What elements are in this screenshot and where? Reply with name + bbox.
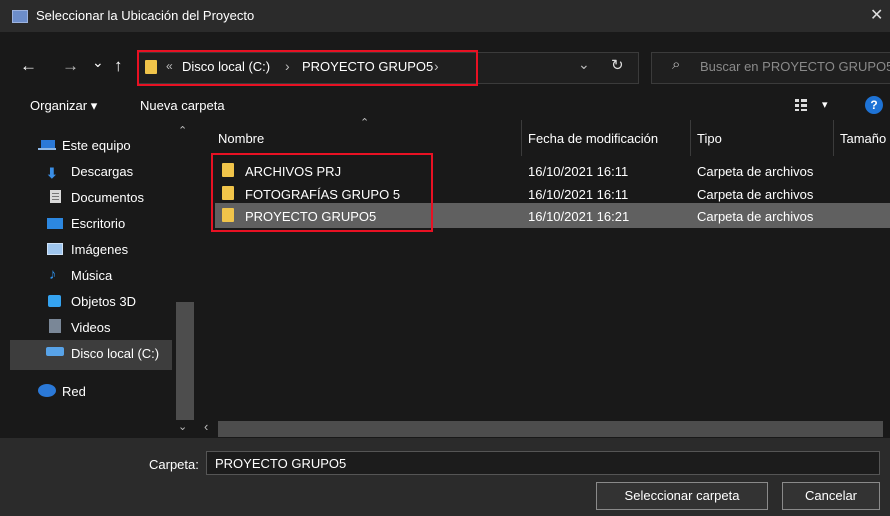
window-title: Seleccionar la Ubicación del Proyecto [36,8,255,23]
objects-3d-icon [48,295,61,307]
address-dropdown-icon[interactable]: ⌄ [578,56,590,73]
computer-icon [38,140,56,150]
cancel-button[interactable]: Cancelar [782,482,880,510]
network-icon [38,384,56,397]
sidebar-item-musica[interactable]: Música [71,268,112,283]
sidebar-item-disco-local[interactable]: Disco local (C:) [71,346,159,361]
view-dropdown-icon[interactable]: ▾ [822,98,828,111]
refresh-icon[interactable]: ↻ [611,56,624,74]
close-icon[interactable]: ✕ [870,5,883,25]
file-date: 16/10/2021 16:11 [528,164,629,179]
sidebar-item-imagenes[interactable]: Imágenes [71,242,128,257]
sort-ascending-icon: ⌃ [360,117,370,129]
column-divider[interactable] [833,120,834,156]
new-folder-button[interactable]: Nueva carpeta [140,98,225,113]
organize-menu-button[interactable]: Organizar ▾ [30,98,97,114]
column-header-fecha[interactable]: Fecha de modificación [528,131,658,146]
drive-icon [46,347,64,356]
view-options-icon[interactable] [795,99,807,111]
file-date: 16/10/2021 16:21 [528,209,630,224]
help-icon[interactable]: ? [865,96,883,114]
scroll-left-icon[interactable]: ‹ [204,419,208,434]
folder-name-input[interactable]: PROYECTO GRUPO5 [206,451,880,475]
sidebar-item-objetos-3d[interactable]: Objetos 3D [71,294,136,309]
sidebar-item-red[interactable]: Red [62,384,86,399]
file-type: Carpeta de archivos [697,164,814,179]
column-divider[interactable] [521,120,522,156]
horizontal-scrollbar-thumb[interactable] [218,421,883,437]
music-icon: ♪ [49,266,57,283]
search-icon: ⌕ [672,56,681,73]
command-bar [0,90,890,122]
sidebar-item-escritorio[interactable]: Escritorio [71,216,125,231]
scroll-down-icon[interactable]: ⌄ [178,420,187,433]
forward-arrow-icon[interactable]: → [62,56,79,76]
app-icon [12,10,28,23]
sidebar-item-descargas[interactable]: Descargas [71,164,133,179]
search-placeholder: Buscar en PROYECTO GRUPO5 [700,59,890,74]
sidebar-scrollbar-thumb[interactable] [176,302,194,420]
scroll-up-icon[interactable]: ⌃ [178,124,187,137]
sidebar-item-videos[interactable]: Videos [71,320,111,335]
back-arrow-icon[interactable]: ← [20,56,37,76]
file-date: 16/10/2021 16:11 [528,187,629,202]
file-type: Carpeta de archivos [697,209,814,224]
up-arrow-icon[interactable]: ↑ [114,56,123,76]
select-folder-button[interactable]: Seleccionar carpeta [596,482,768,510]
column-header-tamano[interactable]: Tamaño [840,131,886,146]
folder-label: Carpeta: [149,457,199,472]
document-icon [50,190,61,203]
recent-locations-icon[interactable]: ⌄ [92,54,104,71]
folders-highlight-annotation [211,153,433,232]
video-icon [49,319,61,333]
sidebar-item-este-equipo[interactable]: Este equipo [62,138,131,153]
download-icon: ⬇ [46,165,58,181]
column-header-tipo[interactable]: Tipo [697,131,722,146]
file-type: Carpeta de archivos [697,187,814,202]
sidebar-item-documentos[interactable]: Documentos [71,190,144,205]
address-highlight-annotation [137,50,478,86]
desktop-icon [47,218,63,229]
pictures-icon [47,243,63,255]
column-header-nombre[interactable]: Nombre [218,131,264,146]
column-divider[interactable] [690,120,691,156]
